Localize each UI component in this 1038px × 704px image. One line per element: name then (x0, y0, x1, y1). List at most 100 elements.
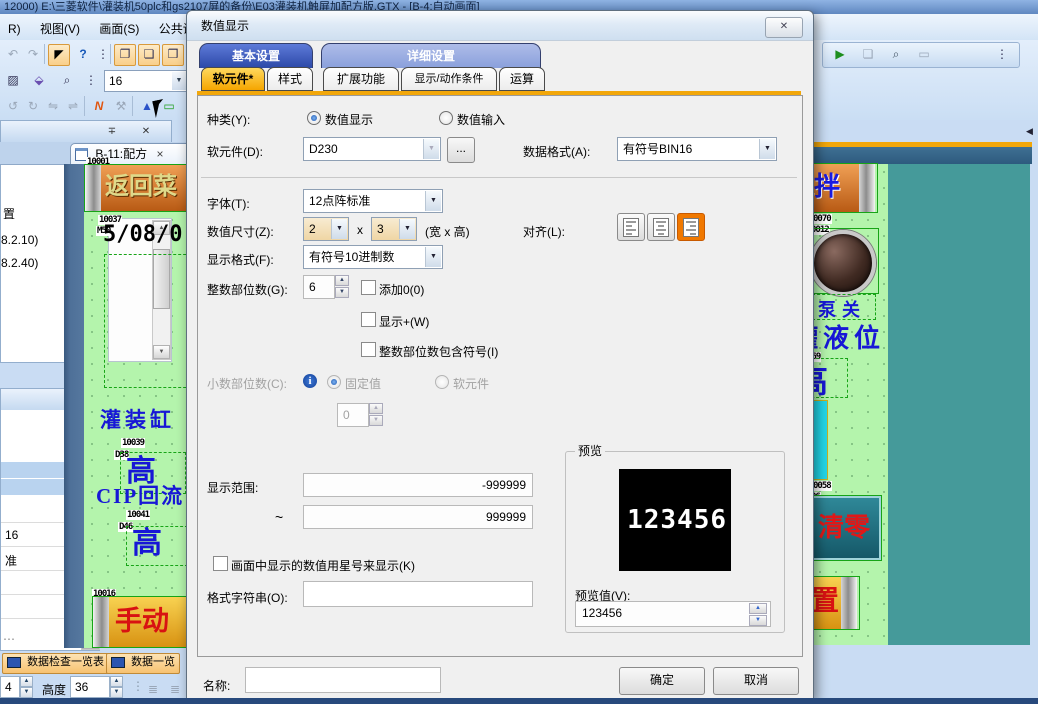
decimal-value[interactable]: 0 (337, 403, 369, 427)
int-digits-up-icon[interactable]: ▲ (335, 275, 349, 286)
chevron-down-icon[interactable]: ▼ (172, 72, 186, 90)
int-digits-down-icon[interactable]: ▼ (335, 287, 349, 298)
pointer-tool-icon[interactable]: ◤ (48, 44, 70, 66)
width-value-box[interactable]: 4 (0, 676, 20, 698)
tab-close-icon[interactable]: × (156, 147, 163, 161)
device-combobox[interactable]: D230 ▼ (303, 137, 441, 161)
flip-horizontal-icon[interactable]: ⇋ (42, 96, 64, 118)
size-height-combobox[interactable]: 3 ▼ (371, 217, 417, 241)
dialog-title-bar[interactable]: 数值显示 (187, 11, 813, 41)
simulator-update-icon[interactable]: ❏ (857, 44, 879, 66)
data-check-list-tab[interactable]: 数据检查一览表 (2, 653, 109, 674)
chevron-down-icon[interactable]: ▼ (423, 139, 439, 159)
show-plus-label[interactable]: 显示+(W) (379, 313, 429, 330)
chevron-down-icon[interactable]: ▼ (759, 139, 775, 159)
simulator-tool-icon[interactable]: ⌕ (885, 44, 907, 66)
menu-item-screen[interactable]: 画面(S) (91, 14, 147, 40)
redo-icon[interactable]: ↷ (22, 44, 44, 66)
format-string-input[interactable] (303, 581, 533, 607)
tools-icon[interactable]: ⚒ (110, 96, 132, 118)
chevron-down-icon[interactable]: ▼ (399, 219, 415, 239)
undo-icon[interactable]: ↶ (2, 44, 24, 66)
tree-item[interactable]: 8.2.40) (1, 256, 38, 270)
close-icon[interactable]: ✕ (137, 124, 155, 141)
preview-value-input[interactable]: 123456 (575, 601, 771, 627)
simulator-stop-icon[interactable]: ▭ (913, 44, 935, 66)
kind-display-radio[interactable] (307, 111, 321, 125)
project-tree-panel[interactable]: 置 8.2.10) 8.2.40) (0, 142, 68, 363)
ok-button[interactable]: 确定 (619, 667, 705, 695)
add-zero-label[interactable]: 添加0(0) (379, 281, 424, 298)
window-overlap-icon[interactable]: ❏ (138, 44, 160, 66)
show-plus-checkbox[interactable] (361, 312, 376, 327)
decimal-up-icon[interactable]: ▲ (369, 403, 383, 414)
font-combobox[interactable]: 12点阵标准 ▼ (303, 189, 443, 213)
align-right-button[interactable] (677, 213, 705, 241)
paint-bucket-icon[interactable]: ⬙ (28, 70, 50, 92)
asterisk-label[interactable]: 画面中显示的数值用星号来显示(K) (231, 557, 415, 574)
zoom-preview-icon[interactable]: ⌕ (56, 70, 78, 92)
tab-scroll-left-icon[interactable]: ◀ (1026, 126, 1033, 137)
kind-input-radio[interactable] (439, 111, 453, 125)
step-up-icon[interactable]: ▲ (110, 676, 123, 687)
tab-extended[interactable]: 扩展功能 (323, 67, 399, 91)
chevron-down-icon[interactable]: ▼ (425, 247, 441, 267)
align-left-button[interactable] (617, 213, 645, 241)
size-width-combobox[interactable]: 2 ▼ (303, 217, 349, 241)
tab-operation[interactable]: 运算 (499, 67, 545, 91)
align-center-button[interactable] (647, 213, 675, 241)
preview-up-icon[interactable]: ▲ (749, 603, 767, 614)
tank-text-object[interactable]: 灌装缸 (100, 404, 175, 434)
dialog-close-button[interactable]: ✕ (765, 17, 803, 38)
step-up-icon[interactable]: ▲ (20, 676, 33, 687)
name-input[interactable] (245, 667, 441, 693)
data-format-combobox[interactable]: 有符号BIN16 ▼ (617, 137, 777, 161)
manual-mode-button[interactable]: 手动 (93, 597, 186, 647)
clear-zero-button[interactable]: 清零 (807, 496, 881, 560)
data-list-tab[interactable]: 数据一览 (106, 653, 180, 674)
cip-text-object[interactable]: CIP回流 (96, 480, 184, 510)
include-sign-checkbox[interactable] (361, 342, 376, 357)
decimal-fixed-radio[interactable] (327, 375, 341, 389)
menu-item-view[interactable]: 视图(V) (32, 14, 88, 40)
display-format-combobox[interactable]: 有符号10进制数 ▼ (303, 245, 443, 269)
return-menu-button[interactable]: 返回菜 (85, 165, 186, 211)
pin-icon[interactable]: ∓ (103, 124, 121, 141)
tree-item[interactable]: 置 (3, 205, 15, 222)
window-copy-icon[interactable]: ❐ (114, 44, 136, 66)
high-lamp-text[interactable]: 高 (132, 518, 162, 562)
chevron-down-icon[interactable]: ▼ (331, 219, 347, 239)
preview-down-icon[interactable]: ▼ (749, 615, 767, 626)
help-icon[interactable]: ? (72, 44, 94, 66)
rotate-right-icon[interactable]: ↻ (22, 96, 44, 118)
decimal-down-icon[interactable]: ▼ (369, 415, 383, 426)
width-stepper[interactable]: ▲ ▼ (20, 676, 33, 698)
tab-style[interactable]: 样式 (267, 67, 313, 91)
font-size-combobox[interactable]: 16 ▼ (104, 70, 188, 92)
pump-round-button[interactable] (806, 229, 878, 293)
chevron-down-icon[interactable]: ▼ (425, 191, 441, 211)
tab-device[interactable]: 软元件* (201, 67, 265, 91)
window-settings-icon[interactable]: ❒ (162, 44, 184, 66)
flip-vertical-icon[interactable]: ⇌ (62, 96, 84, 118)
level-gauge-bar[interactable] (812, 400, 828, 480)
cancel-button[interactable]: 取消 (713, 667, 799, 695)
date-display-object[interactable]: 5/08/0 (103, 222, 182, 247)
numeric-display-dialog[interactable]: 数值显示 ✕ 基本设置 软元件* 样式 详细设置 扩展功能 显示/动作条件 运算… (186, 10, 814, 700)
kind-input-label[interactable]: 数值输入 (457, 111, 505, 128)
tree-item[interactable]: 8.2.10) (1, 233, 38, 247)
include-sign-label[interactable]: 整数部位数包含符号(I) (379, 343, 498, 360)
height-stepper[interactable]: ▲ ▼ (110, 676, 123, 698)
add-zero-checkbox[interactable] (361, 280, 376, 295)
asterisk-checkbox[interactable] (213, 556, 228, 571)
height-value-box[interactable]: 36 (70, 676, 110, 698)
step-down-icon[interactable]: ▼ (20, 687, 33, 698)
int-digits-value[interactable]: 6 (303, 275, 335, 299)
decimal-device-radio[interactable] (435, 375, 449, 389)
hatch-pattern-icon[interactable]: ▨ (2, 70, 24, 92)
tab-trigger[interactable]: 显示/动作条件 (401, 67, 497, 91)
kind-display-label[interactable]: 数值显示 (325, 111, 373, 128)
polyline-tool-icon[interactable]: N (88, 96, 110, 118)
menu-item-r[interactable]: R) (0, 16, 29, 42)
rotate-left-icon[interactable]: ↺ (2, 96, 24, 118)
